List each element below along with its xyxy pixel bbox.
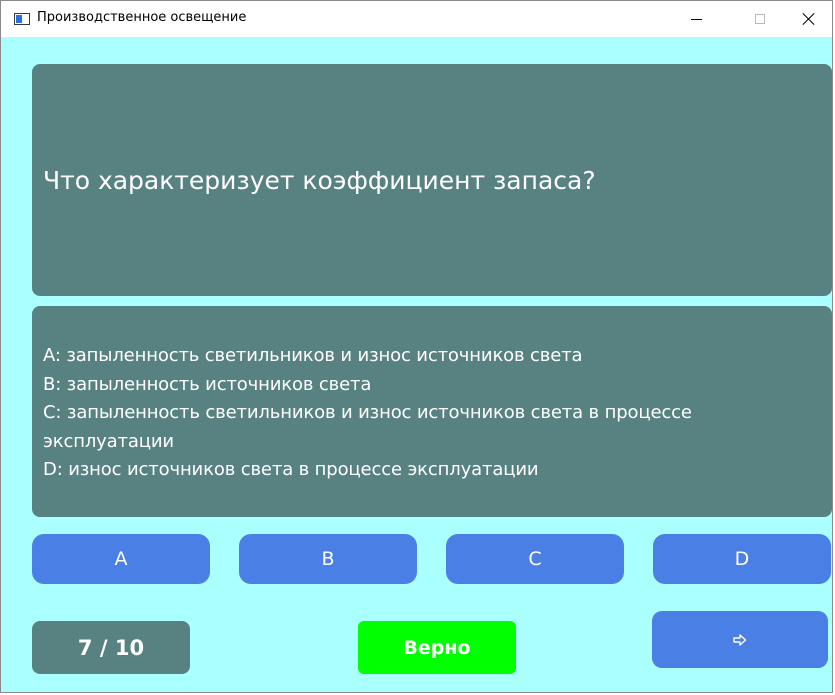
answer-option-d: D: износ источников света в процессе экс…	[43, 459, 539, 480]
question-counter: 7 / 10	[32, 621, 190, 674]
answer-option-c-continuation: эксплуатации	[43, 430, 174, 452]
choice-d-button[interactable]: D	[653, 534, 831, 584]
title-bar[interactable]: Производственное освещение	[1, 1, 832, 37]
next-question-button[interactable]	[652, 611, 828, 668]
close-icon	[802, 12, 816, 26]
maximize-button[interactable]	[737, 1, 783, 37]
choice-a-button[interactable]: A	[32, 534, 210, 584]
close-button[interactable]	[786, 1, 832, 37]
maximize-icon	[755, 14, 765, 24]
app-window-icon	[14, 13, 30, 25]
choice-b-button[interactable]: B	[239, 534, 417, 584]
minimize-button[interactable]	[673, 1, 719, 37]
arrow-right-icon	[733, 633, 747, 646]
window-title: Производственное освещение	[37, 10, 247, 25]
answers-panel: A: запыленность светильников и износ ист…	[32, 306, 832, 517]
answer-option-c: C: запыленность светильников и износ ист…	[43, 402, 692, 423]
result-badge: Верно	[358, 621, 516, 674]
choice-c-button[interactable]: C	[446, 534, 624, 584]
question-text: Что характеризует коэффициент запаса?	[43, 165, 596, 195]
question-panel: Что характеризует коэффициент запаса?	[32, 64, 832, 296]
minimize-icon	[690, 18, 702, 20]
app-window: Производственное освещение Что характери…	[0, 0, 833, 693]
answer-option-b: B: запыленность источников света	[43, 373, 372, 395]
answer-option-a: A: запыленность светильников и износ ист…	[43, 345, 583, 366]
